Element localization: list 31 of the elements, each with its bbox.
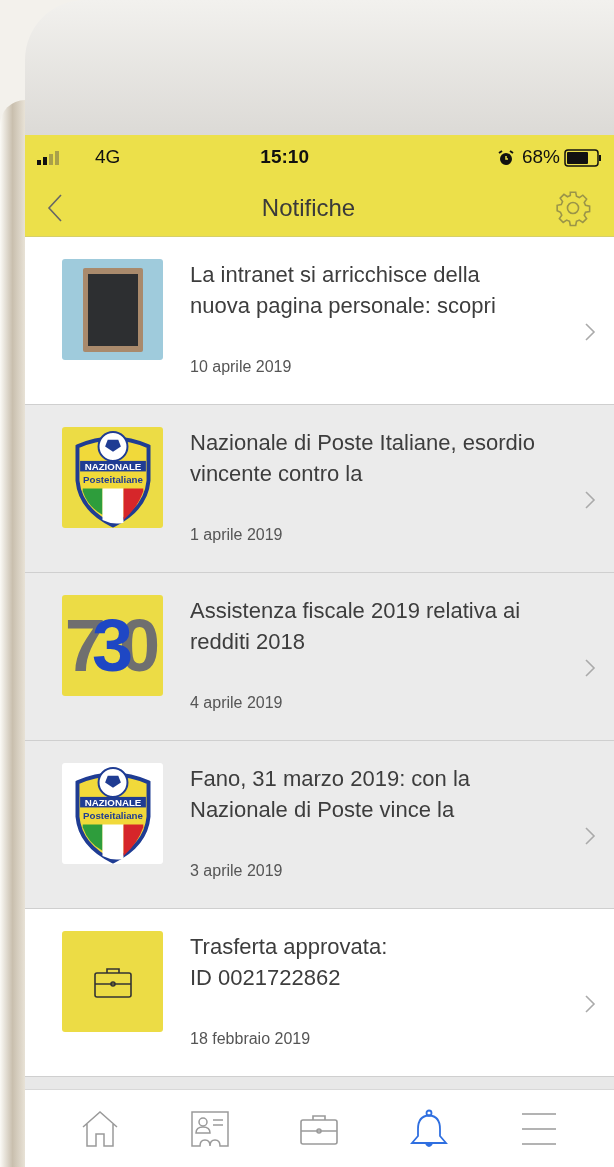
notification-date: 18 febbraio 2019 xyxy=(190,1029,312,1049)
chevron-right-icon xyxy=(584,321,596,342)
notification-row[interactable]: Trasferta approvata: ID 0021722862 18 febbraio 2019 xyxy=(25,909,614,1077)
page-title: Notifiche xyxy=(260,193,357,223)
back-icon[interactable] xyxy=(47,193,63,223)
notification-title: Trasferta approvata: xyxy=(190,933,389,961)
battery-icon xyxy=(564,148,602,167)
chevron-right-icon xyxy=(584,825,596,846)
signal-icon xyxy=(37,150,61,165)
notification-row[interactable]: NAZIONALE Posteitaliane Nazionale di Poste Italiane, esordio vincente contro la 1 aprile 2019 xyxy=(25,405,614,573)
notification-row[interactable]: NAZIONALE Posteitaliane Fano, 31 marzo 2019: con la Nazionale di Poste vince la 3 aprile 2019 xyxy=(25,741,614,909)
settings-icon[interactable] xyxy=(554,189,592,227)
chevron-right-icon xyxy=(584,657,596,678)
network-label: 4G xyxy=(95,145,121,170)
notification-title: Fano, 31 marzo 2019: con la Nazionale di Poste vince la xyxy=(190,765,472,824)
notification-date: 1 aprile 2019 xyxy=(190,525,284,545)
battery-percent: 68% xyxy=(521,145,560,170)
notification-title: La intranet si arricchisce della nuova pagina personale: scopri xyxy=(190,261,497,320)
bell-icon[interactable] xyxy=(409,1108,450,1149)
notification-date: 10 aprile 2019 xyxy=(190,357,293,377)
chevron-right-icon xyxy=(584,993,596,1014)
alarm-clock-icon xyxy=(497,149,514,166)
notification-title: Assistenza fiscale 2019 relativa ai redditi 2018 xyxy=(190,597,522,656)
notification-row[interactable]: La intranet si arricchisce della nuova pagina personale: scopri 10 aprile 2019 xyxy=(25,237,614,405)
chevron-right-icon xyxy=(584,489,596,510)
notification-date: 4 aprile 2019 xyxy=(190,693,284,713)
contact-card-icon[interactable] xyxy=(189,1108,230,1149)
notification-subtitle: ID 0021722862 xyxy=(190,964,342,992)
notification-title: Nazionale di Poste Italiane, esordio vincente contro la xyxy=(190,429,535,488)
clock-time: 15:10 xyxy=(260,145,309,170)
notification-date: 3 aprile 2019 xyxy=(190,861,284,881)
